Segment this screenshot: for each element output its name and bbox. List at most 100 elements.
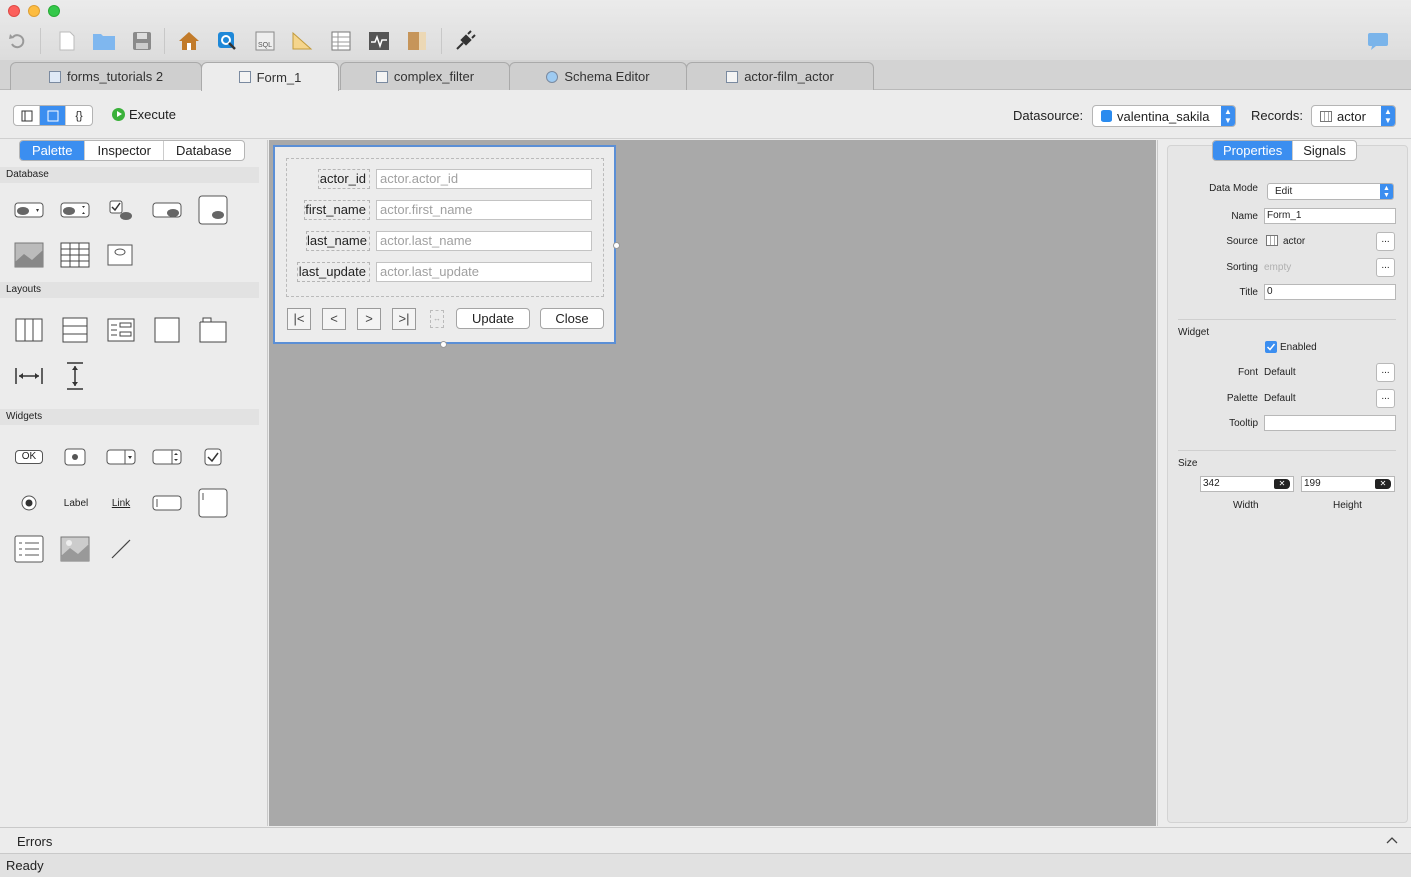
sidebar-view-button[interactable] (14, 106, 40, 125)
frame-layout-widget[interactable] (152, 315, 182, 345)
db-link-widget[interactable] (106, 240, 136, 270)
tab-properties[interactable]: Properties (1213, 141, 1294, 160)
table-icon (1320, 110, 1332, 122)
data-mode-select[interactable]: Edit ▲ ▼ (1267, 183, 1394, 200)
tab-form-1[interactable]: Form_1 (201, 62, 339, 91)
tab-schema-editor[interactable]: Schema Editor (509, 62, 687, 90)
design-canvas[interactable]: actor_id actor.actor_id first_name actor… (269, 140, 1156, 826)
field-label-last-update[interactable]: last_update (297, 262, 370, 282)
db-spinbox-widget[interactable] (60, 195, 90, 225)
last-update-field[interactable]: actor.last_update (376, 262, 592, 282)
clear-icon[interactable]: ✕ (1274, 479, 1290, 489)
label-preview: Label (63, 497, 89, 509)
font-browse-button[interactable]: ... (1376, 363, 1395, 382)
tool-button-widget[interactable] (60, 442, 90, 472)
code-view-button[interactable]: {} (66, 106, 92, 125)
window-minimize-button[interactable] (28, 5, 40, 17)
db-grid-widget[interactable] (60, 240, 90, 270)
height-value: 199 (1304, 478, 1321, 489)
actor-id-field[interactable]: actor.actor_id (376, 169, 592, 189)
design-view-button[interactable] (40, 106, 66, 125)
field-label-last-name[interactable]: last_name (306, 231, 370, 251)
window-zoom-button[interactable] (48, 5, 60, 17)
plug-icon[interactable] (453, 29, 477, 53)
db-combobox-widget[interactable] (14, 195, 44, 225)
report-icon[interactable] (290, 29, 314, 53)
image-widget[interactable] (60, 534, 90, 564)
vertical-spacer-widget[interactable] (60, 361, 90, 391)
tab-palette[interactable]: Palette (20, 141, 86, 160)
tab-label: Schema Editor (564, 69, 650, 84)
hbox-layout-widget[interactable] (14, 315, 44, 345)
datasource-select[interactable]: valentina_sakila ▲ ▼ (1092, 105, 1236, 127)
tab-complex-filter[interactable]: complex_filter (340, 62, 510, 90)
tab-forms-tutorials[interactable]: forms_tutorials 2 (10, 62, 202, 90)
close-button[interactable]: Close (540, 308, 604, 329)
db-checkbox-widget[interactable] (106, 195, 136, 225)
update-button[interactable]: Update (456, 308, 530, 329)
form-layout-widget[interactable] (106, 315, 136, 345)
next-record-button[interactable]: > (357, 308, 381, 330)
new-document-icon[interactable] (55, 29, 79, 53)
first-record-button[interactable]: |< (287, 308, 311, 330)
schema-icon (546, 70, 559, 83)
errors-panel-header[interactable]: Errors (0, 827, 1411, 853)
home-icon[interactable] (177, 29, 201, 53)
button-widget[interactable]: OK (14, 442, 44, 472)
horizontal-spacer-widget[interactable] (14, 361, 44, 391)
monitor-icon[interactable] (367, 29, 391, 53)
records-select[interactable]: actor ▲ ▼ (1311, 105, 1396, 127)
book-icon[interactable] (405, 29, 429, 53)
open-folder-icon[interactable] (92, 29, 116, 53)
prev-record-button[interactable]: < (322, 308, 346, 330)
form-widget[interactable]: actor_id actor.actor_id first_name actor… (273, 145, 620, 348)
checkbox-widget[interactable] (198, 442, 228, 472)
source-browse-button[interactable]: ... (1376, 232, 1395, 251)
field-label-actor-id[interactable]: actor_id (318, 169, 370, 189)
radio-widget[interactable] (14, 488, 44, 518)
enabled-checkbox[interactable] (1265, 341, 1277, 353)
list-widget[interactable] (14, 534, 44, 564)
spinbox-widget[interactable] (152, 442, 182, 472)
tab-layout-widget[interactable] (198, 315, 228, 345)
tab-database[interactable]: Database (164, 141, 244, 160)
tab-actor-film-actor[interactable]: actor-film_actor (686, 62, 874, 90)
braces-icon: {} (75, 109, 83, 122)
sql-icon[interactable]: SQL (253, 29, 277, 53)
vbox-layout-widget[interactable] (60, 315, 90, 345)
combobox-widget[interactable] (106, 442, 136, 472)
undo-icon[interactable] (6, 29, 30, 53)
db-textedit-widget[interactable] (198, 195, 228, 225)
last-name-field[interactable]: actor.last_name (376, 231, 592, 251)
execute-button[interactable]: Execute (112, 107, 176, 122)
textedit-widget[interactable] (198, 488, 228, 518)
table-icon[interactable] (329, 29, 353, 53)
lineedit-widget[interactable] (152, 488, 182, 518)
tab-inspector[interactable]: Inspector (85, 141, 164, 160)
save-icon[interactable] (130, 29, 154, 53)
clear-icon[interactable]: ✕ (1375, 479, 1391, 489)
db-lineedit-widget[interactable] (152, 195, 182, 225)
resize-handle-bottom[interactable] (440, 341, 447, 348)
chat-icon[interactable] (1366, 29, 1390, 53)
first-name-field[interactable]: actor.first_name (376, 200, 592, 220)
field-label-first-name[interactable]: first_name (304, 200, 370, 220)
query-icon[interactable] (215, 29, 239, 53)
height-field[interactable]: 199 ✕ (1301, 476, 1395, 492)
line-widget[interactable] (106, 534, 136, 564)
title-field[interactable]: 0 (1264, 284, 1396, 300)
window-close-button[interactable] (8, 5, 20, 17)
sorting-browse-button[interactable]: ... (1376, 258, 1395, 277)
tab-signals[interactable]: Signals (1293, 141, 1356, 160)
label-widget[interactable]: Label (60, 488, 92, 518)
palette-browse-button[interactable]: ... (1376, 389, 1395, 408)
width-field[interactable]: 342 ✕ (1200, 476, 1294, 492)
chevron-up-icon[interactable] (1386, 836, 1398, 844)
tooltip-field[interactable] (1264, 415, 1396, 431)
name-label: Name (1231, 211, 1258, 222)
link-widget[interactable]: Link (106, 488, 136, 518)
resize-handle-right[interactable] (613, 242, 620, 249)
db-image-widget[interactable] (14, 240, 44, 270)
name-field[interactable]: Form_1 (1264, 208, 1396, 224)
last-record-button[interactable]: >| (392, 308, 416, 330)
